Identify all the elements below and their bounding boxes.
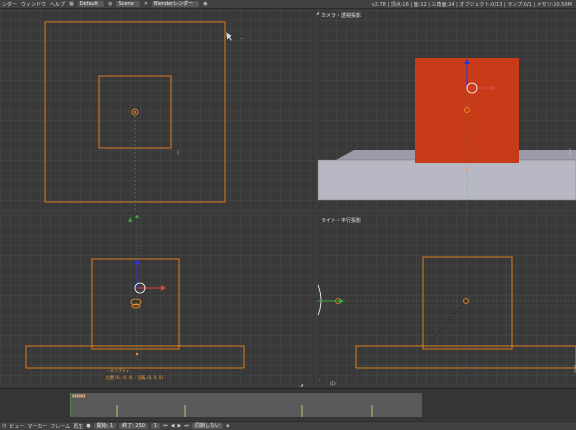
viewport-front-drawing: ···: [0, 21, 314, 213]
svg-text:▲: ▲: [128, 216, 133, 223]
jump-start-icon[interactable]: ⏮: [163, 423, 168, 429]
corner-widget-icon[interactable]: ◢: [316, 10, 319, 15]
sync-mode-select[interactable]: 同期しない: [191, 423, 223, 429]
viewport-light-drawing: [316, 215, 576, 388]
frame-end-field[interactable]: 終了: 250: [119, 423, 148, 429]
scene-select[interactable]: Scene: [116, 1, 140, 7]
menu-marker[interactable]: マーカー: [27, 423, 47, 430]
current-frame-field[interactable]: 1: [150, 423, 161, 429]
mouse-cursor-icon: [225, 31, 233, 42]
play-icon[interactable]: ▶: [178, 423, 182, 429]
menu-render[interactable]: ンダー: [2, 1, 17, 8]
menu-frame[interactable]: フレーム: [50, 423, 70, 430]
viewport-camera-drawing: [317, 58, 576, 212]
timeline-keyframe-info: ▮▮▮▮▮▮: [72, 393, 86, 398]
viewport-camera[interactable]: カメラ・透視投影 ◢: [316, 10, 576, 213]
record-icon[interactable]: ●: [86, 423, 90, 429]
timeline-frame-range[interactable]: [70, 393, 422, 417]
viewport-side-drawing: ▲: [25, 215, 245, 369]
scene-icon[interactable]: ◍: [108, 1, 112, 7]
layout-icon[interactable]: ▦: [69, 1, 74, 7]
timeline-ticks: [70, 393, 373, 417]
cursor-hint: ···: [240, 36, 244, 41]
blender-logo-icon: ◉: [203, 1, 208, 7]
top-header: ンダー ウィンドウ ヘルプ ▦ Default ◍ Scene ✕ Blende…: [0, 0, 576, 9]
scene-stats: v2.78 | 頂点:16 | 面:12 | 三角面:24 | オブジェクト:0…: [371, 1, 572, 8]
editor-type-icon[interactable]: ◷: [2, 423, 6, 429]
layout-select[interactable]: Default: [77, 1, 105, 7]
viewport-corner-icon[interactable]: ◢: [300, 382, 303, 387]
floor-slab: [317, 159, 576, 201]
close-icon[interactable]: ✕: [144, 1, 148, 7]
active-object-name: ・エンプティ: [106, 368, 130, 373]
jump-end-icon[interactable]: ⏭: [184, 423, 189, 429]
frame-indicator: (1): [330, 381, 336, 386]
viewport-side[interactable]: ▲ ・エンプティ 位置 (0, -4, 4) ・回転 (0, 0, 0) ◢: [0, 215, 314, 388]
menu-help[interactable]: ヘルプ: [50, 1, 65, 8]
viewport-light[interactable]: ライト・平行投影 ⌞ (1): [316, 215, 576, 388]
play-reverse-icon[interactable]: ◀: [171, 423, 175, 429]
active-object-transform: 位置 (0, -4, 4) ・回転 (0, 0, 0): [106, 375, 163, 380]
menu-playback[interactable]: 再生: [73, 423, 83, 430]
timeline-header: ◷ ビュー マーカー フレーム 再生 ● 開始: 1 終了: 250 1 ⏮ ◀…: [0, 421, 576, 430]
timeline-editor[interactable]: ▮▮▮▮▮▮: [0, 388, 576, 420]
menu-view[interactable]: ビュー: [9, 423, 24, 430]
axis-gizmo-icon: ⌞: [319, 376, 321, 381]
frame-start-field[interactable]: 開始: 1: [93, 423, 117, 429]
render-engine-select[interactable]: Blenderレンダー: [151, 1, 200, 7]
keying-set-icon[interactable]: ◈: [226, 423, 230, 429]
menu-window[interactable]: ウィンドウ: [21, 1, 46, 8]
viewport-front[interactable]: ···: [0, 10, 314, 213]
